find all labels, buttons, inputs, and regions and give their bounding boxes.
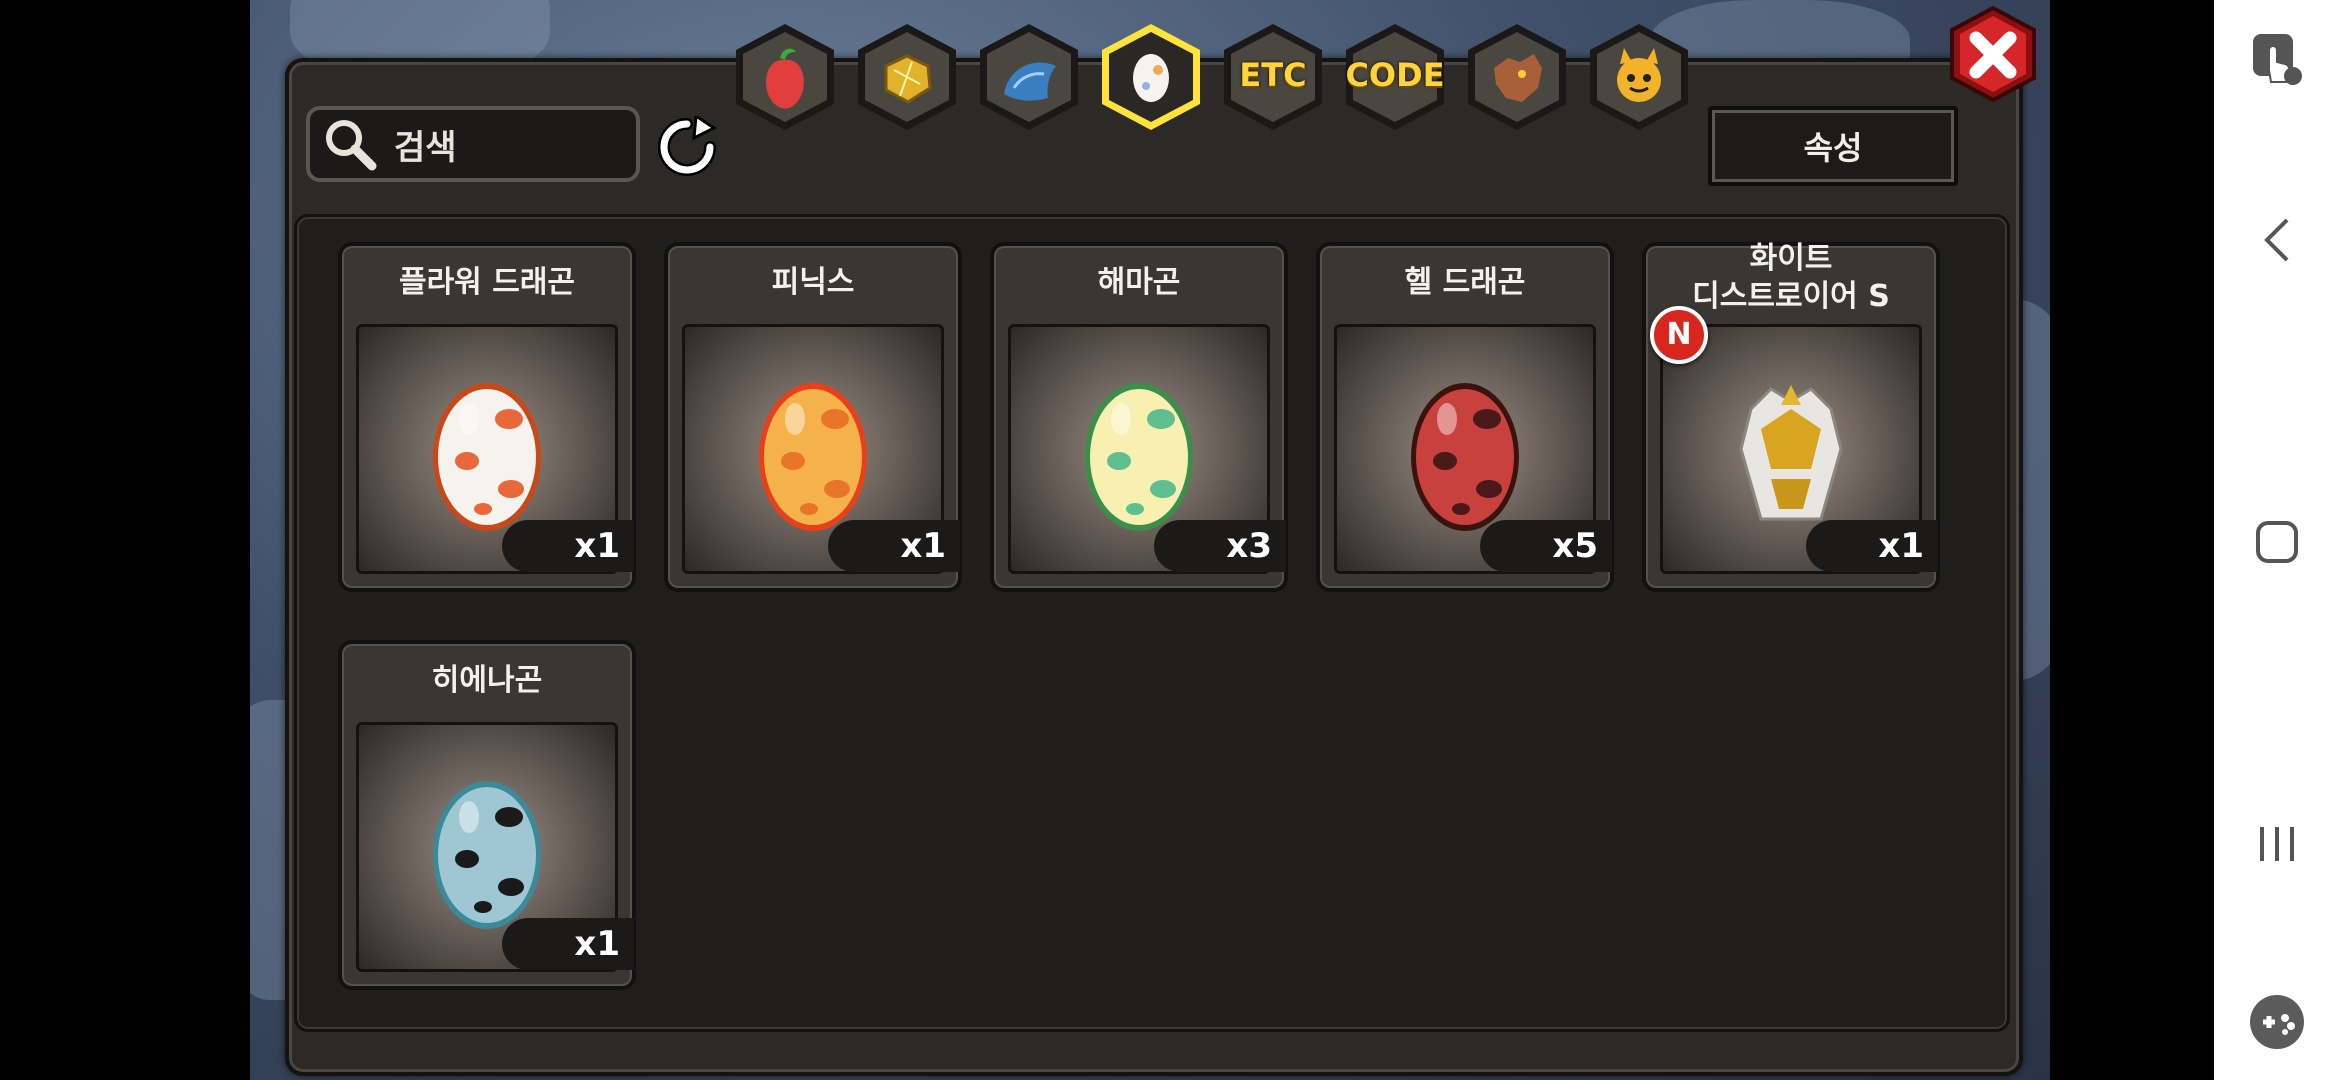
back-icon xyxy=(2264,218,2289,262)
item-name: 플라워 드래곤 xyxy=(398,265,576,300)
item-card[interactable]: 피닉스 x1 xyxy=(664,242,962,592)
game-tools-button[interactable] xyxy=(2214,972,2340,1072)
system-sidebar xyxy=(2214,0,2340,1080)
item-count: x1 xyxy=(502,520,634,572)
item-count: x1 xyxy=(1806,520,1938,572)
home-icon xyxy=(2256,521,2298,563)
tab-etc[interactable]: ETC xyxy=(1218,18,1328,136)
scale-icon xyxy=(980,24,1078,130)
white-destroyer-armor-icon xyxy=(1739,385,1843,521)
item-count: x1 xyxy=(502,918,634,970)
item-count: x1 xyxy=(828,520,960,572)
recents-button[interactable] xyxy=(2214,794,2340,894)
item-card[interactable]: 화이트 디스트로이어 S x1 N xyxy=(1642,240,1940,592)
tab-label: ETC xyxy=(1239,56,1307,94)
tab-dragon[interactable] xyxy=(1462,18,1572,136)
back-button[interactable] xyxy=(2214,190,2340,290)
item-name-line1: 화이트 xyxy=(1749,241,1833,276)
tab-egg[interactable] xyxy=(1096,18,1206,136)
ore-icon xyxy=(858,24,956,130)
search-input[interactable]: 검색 xyxy=(306,106,640,182)
item-name: 헬 드래곤 xyxy=(1404,265,1526,300)
fruit-icon xyxy=(736,24,834,130)
egg-icon xyxy=(1102,24,1200,130)
attribute-button[interactable]: 속성 xyxy=(1708,106,1958,186)
tab-scale[interactable] xyxy=(974,18,1084,136)
tab-ore[interactable] xyxy=(852,18,962,136)
item-card[interactable]: 히에나곤 x1 xyxy=(338,640,636,990)
search-icon xyxy=(326,120,377,171)
item-card[interactable]: 헬 드래곤 x5 xyxy=(1316,242,1614,592)
flower-dragon-egg-icon xyxy=(433,383,541,531)
game-controller-icon xyxy=(2250,995,2304,1049)
touch-lock-icon xyxy=(2253,34,2302,85)
item-name: 화이트 디스트로이어 S xyxy=(1646,240,1936,316)
hyenagon-egg-icon xyxy=(433,781,541,929)
item-card[interactable]: 해마곤 x3 xyxy=(990,242,1288,592)
item-name: 해마곤 xyxy=(1097,265,1181,300)
item-count: x3 xyxy=(1154,520,1286,572)
tab-fruit[interactable] xyxy=(730,18,840,136)
home-button[interactable] xyxy=(2214,492,2340,592)
tab-pet[interactable] xyxy=(1584,18,1694,136)
recents-icon xyxy=(2260,827,2294,861)
item-name: 피닉스 xyxy=(771,265,855,300)
item-name: 히에나곤 xyxy=(431,663,543,698)
close-icon[interactable] xyxy=(1946,4,2040,104)
item-count: x5 xyxy=(1480,520,1612,572)
tab-label: CODE xyxy=(1345,56,1445,94)
dragon-head-icon xyxy=(1468,24,1566,130)
tab-code[interactable]: CODE xyxy=(1340,18,1450,136)
search-placeholder: 검색 xyxy=(394,127,457,168)
hell-dragon-egg-icon xyxy=(1411,383,1519,531)
refresh-icon[interactable] xyxy=(656,116,718,178)
screen-lock-button[interactable] xyxy=(2214,8,2340,108)
item-card[interactable]: 플라워 드래곤 x1 xyxy=(338,242,636,592)
phoenix-egg-icon xyxy=(759,383,867,531)
pet-face-icon xyxy=(1590,24,1688,130)
seahorse-egg-icon xyxy=(1085,383,1193,531)
new-badge: N xyxy=(1650,306,1708,364)
